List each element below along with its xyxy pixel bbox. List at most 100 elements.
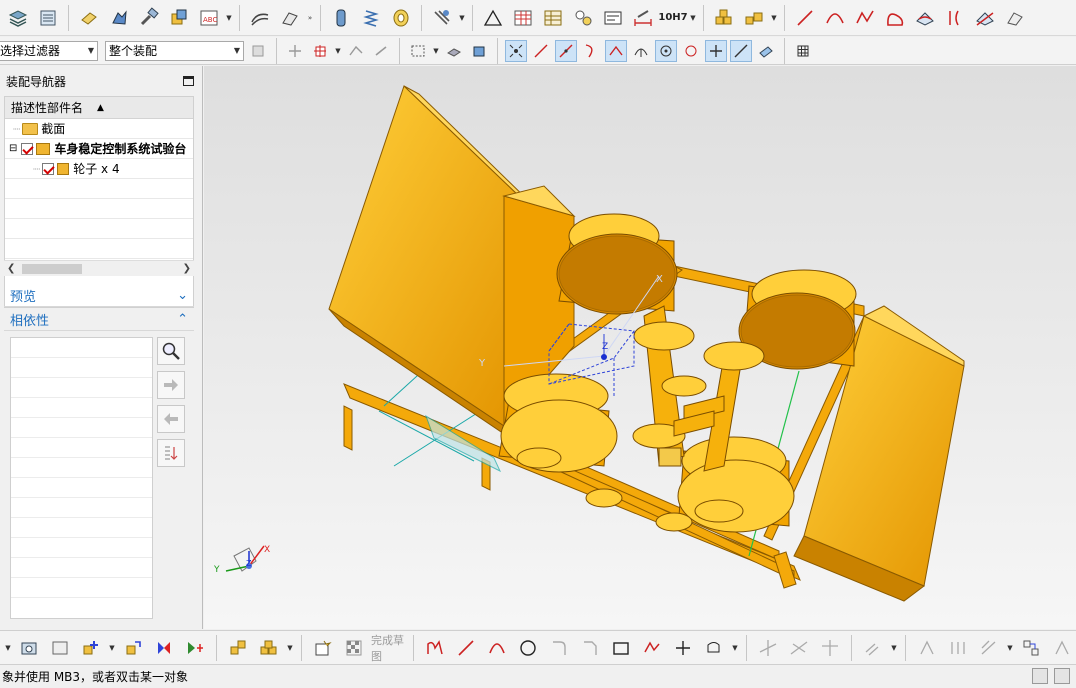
dropdown-arrow-icon[interactable]: ▼ — [334, 37, 342, 64]
type-filter-select[interactable]: 选择过滤器 ▼ — [0, 40, 98, 61]
fillet-icon[interactable] — [545, 634, 573, 662]
assembly-icon[interactable] — [165, 4, 193, 32]
status-tool-icon[interactable] — [1032, 668, 1048, 684]
add-part-icon[interactable] — [77, 634, 105, 662]
polygon-icon[interactable] — [638, 634, 666, 662]
circle-center-icon[interactable] — [655, 39, 677, 62]
components-icon[interactable] — [255, 634, 283, 662]
layer-settings-icon[interactable] — [34, 4, 62, 32]
sketch-rectangle-icon[interactable] — [607, 634, 635, 662]
part-icon[interactable] — [105, 4, 133, 32]
move-left-button[interactable] — [157, 405, 185, 433]
dropdown-arrow-icon[interactable]: ▼ — [890, 634, 898, 662]
sketch-icon[interactable] — [309, 634, 337, 662]
tree-node-assembly[interactable]: ⊟ 车身稳定控制系统试验台 — [5, 139, 193, 159]
make-corner-icon[interactable] — [816, 634, 844, 662]
sort-ascending-icon[interactable]: ▲ — [97, 103, 104, 113]
curve-rule-icon[interactable] — [345, 40, 367, 62]
inspect-icon[interactable] — [46, 634, 74, 662]
triangle-icon[interactable] — [479, 4, 507, 32]
spline-icon[interactable] — [851, 4, 879, 32]
maximize-icon[interactable] — [183, 76, 194, 86]
explode-icon[interactable] — [224, 634, 252, 662]
sketch-point-icon[interactable] — [669, 634, 697, 662]
text-icon[interactable]: ABC — [195, 4, 223, 32]
chamfer-icon[interactable] — [576, 634, 604, 662]
face-rule-icon[interactable] — [370, 40, 392, 62]
visibility-checkbox[interactable] — [42, 162, 55, 175]
sketch-arc-icon[interactable] — [483, 634, 511, 662]
scroll-left-icon[interactable]: ❮ — [7, 263, 15, 274]
chevron-up-icon[interactable]: ⌃ — [177, 312, 188, 327]
dropdown-arrow-icon[interactable]: ▼ — [286, 634, 294, 662]
hammer-icon[interactable] — [135, 4, 163, 32]
horizontal-scrollbar[interactable]: ❮ ❯ — [4, 260, 194, 276]
move-component-icon[interactable] — [119, 634, 147, 662]
grid-table-icon[interactable] — [539, 4, 567, 32]
camera-icon[interactable] — [15, 634, 43, 662]
existing-point-icon[interactable] — [705, 39, 727, 62]
arc-icon[interactable] — [821, 4, 849, 32]
preview-section[interactable]: 预览 ⌄ — [4, 285, 194, 307]
sketch-spline-icon[interactable] — [700, 634, 728, 662]
bearing-icon[interactable] — [387, 4, 415, 32]
snap-point-icon[interactable] — [505, 39, 527, 62]
dropdown-arrow-icon[interactable]: ▼ — [4, 634, 12, 662]
rectangle-select-icon[interactable] — [407, 40, 429, 62]
constraint-icon[interactable] — [150, 634, 178, 662]
overflow-icon[interactable]: » — [306, 4, 314, 32]
layers-icon[interactable] — [4, 4, 32, 32]
mirror-icon[interactable] — [913, 634, 941, 662]
offset-curve-icon[interactable] — [941, 4, 969, 32]
move-right-button[interactable] — [157, 371, 185, 399]
surface-icon[interactable] — [246, 4, 274, 32]
sketch-circle-icon[interactable] — [514, 634, 542, 662]
trim-icon[interactable] — [754, 634, 782, 662]
chevron-down-icon[interactable]: ⌄ — [177, 288, 188, 303]
midpoint-icon[interactable] — [555, 39, 577, 62]
tree-column-header[interactable]: 描述性部件名 ▲ — [5, 97, 193, 119]
profile-icon[interactable] — [421, 634, 449, 662]
curve-icon[interactable] — [881, 4, 909, 32]
select-solid-icon[interactable] — [468, 40, 490, 62]
dropdown-arrow-icon[interactable]: ▼ — [108, 634, 116, 662]
scroll-thumb[interactable] — [22, 264, 82, 274]
dropdown-arrow-icon[interactable]: ▼ — [225, 4, 233, 32]
dropdown-arrow-icon[interactable]: ▼ — [458, 4, 466, 32]
sweep-icon[interactable] — [276, 4, 304, 32]
line-icon[interactable] — [791, 4, 819, 32]
geometric-constraint-icon[interactable] — [975, 634, 1003, 662]
add-component-icon[interactable] — [710, 4, 738, 32]
visibility-checkbox[interactable] — [21, 142, 34, 155]
quadrant-point-icon[interactable] — [680, 40, 702, 62]
finish-sketch-icon[interactable] — [340, 634, 368, 662]
point-on-face-icon[interactable] — [755, 40, 777, 62]
balloon-icon[interactable] — [569, 4, 597, 32]
note-icon[interactable] — [599, 4, 627, 32]
table-icon[interactable] — [509, 4, 537, 32]
finish-sketch-label[interactable]: 完成草图 — [371, 632, 406, 664]
point-on-curve-icon[interactable] — [730, 39, 752, 62]
dimension-icon[interactable] — [629, 4, 657, 32]
select-body-icon[interactable] — [443, 40, 465, 62]
sketch-line-icon[interactable] — [452, 634, 480, 662]
project-curve-icon[interactable] — [911, 4, 939, 32]
dependencies-section[interactable]: 相依性 ⌃ — [4, 309, 194, 331]
view-triad[interactable]: X Y Z — [213, 545, 270, 575]
point-dialog-icon[interactable] — [309, 40, 331, 62]
reposition-icon[interactable] — [181, 634, 209, 662]
reorder-button[interactable] — [157, 439, 185, 467]
pattern-icon[interactable] — [428, 4, 456, 32]
dropdown-arrow-icon[interactable]: ▼ — [432, 37, 440, 64]
graphics-viewport[interactable]: Z Y X X Y Z — [204, 66, 1076, 629]
tree-node-section[interactable]: ┈ 截面 — [5, 119, 193, 139]
collapse-icon[interactable]: ⊟ — [9, 143, 17, 154]
dropdown-arrow-icon[interactable]: ▼ — [689, 4, 697, 32]
dropdown-arrow-icon[interactable]: ▼ — [1006, 634, 1014, 662]
general-select-icon[interactable] — [247, 40, 269, 62]
scope-filter-select[interactable]: 整个装配 ▼ — [105, 40, 244, 61]
display-constraints-icon[interactable] — [1017, 634, 1045, 662]
fit-symbol-icon[interactable]: 10H7 — [658, 4, 687, 32]
control-point-icon[interactable] — [580, 40, 602, 62]
grid-icon[interactable] — [792, 40, 814, 62]
